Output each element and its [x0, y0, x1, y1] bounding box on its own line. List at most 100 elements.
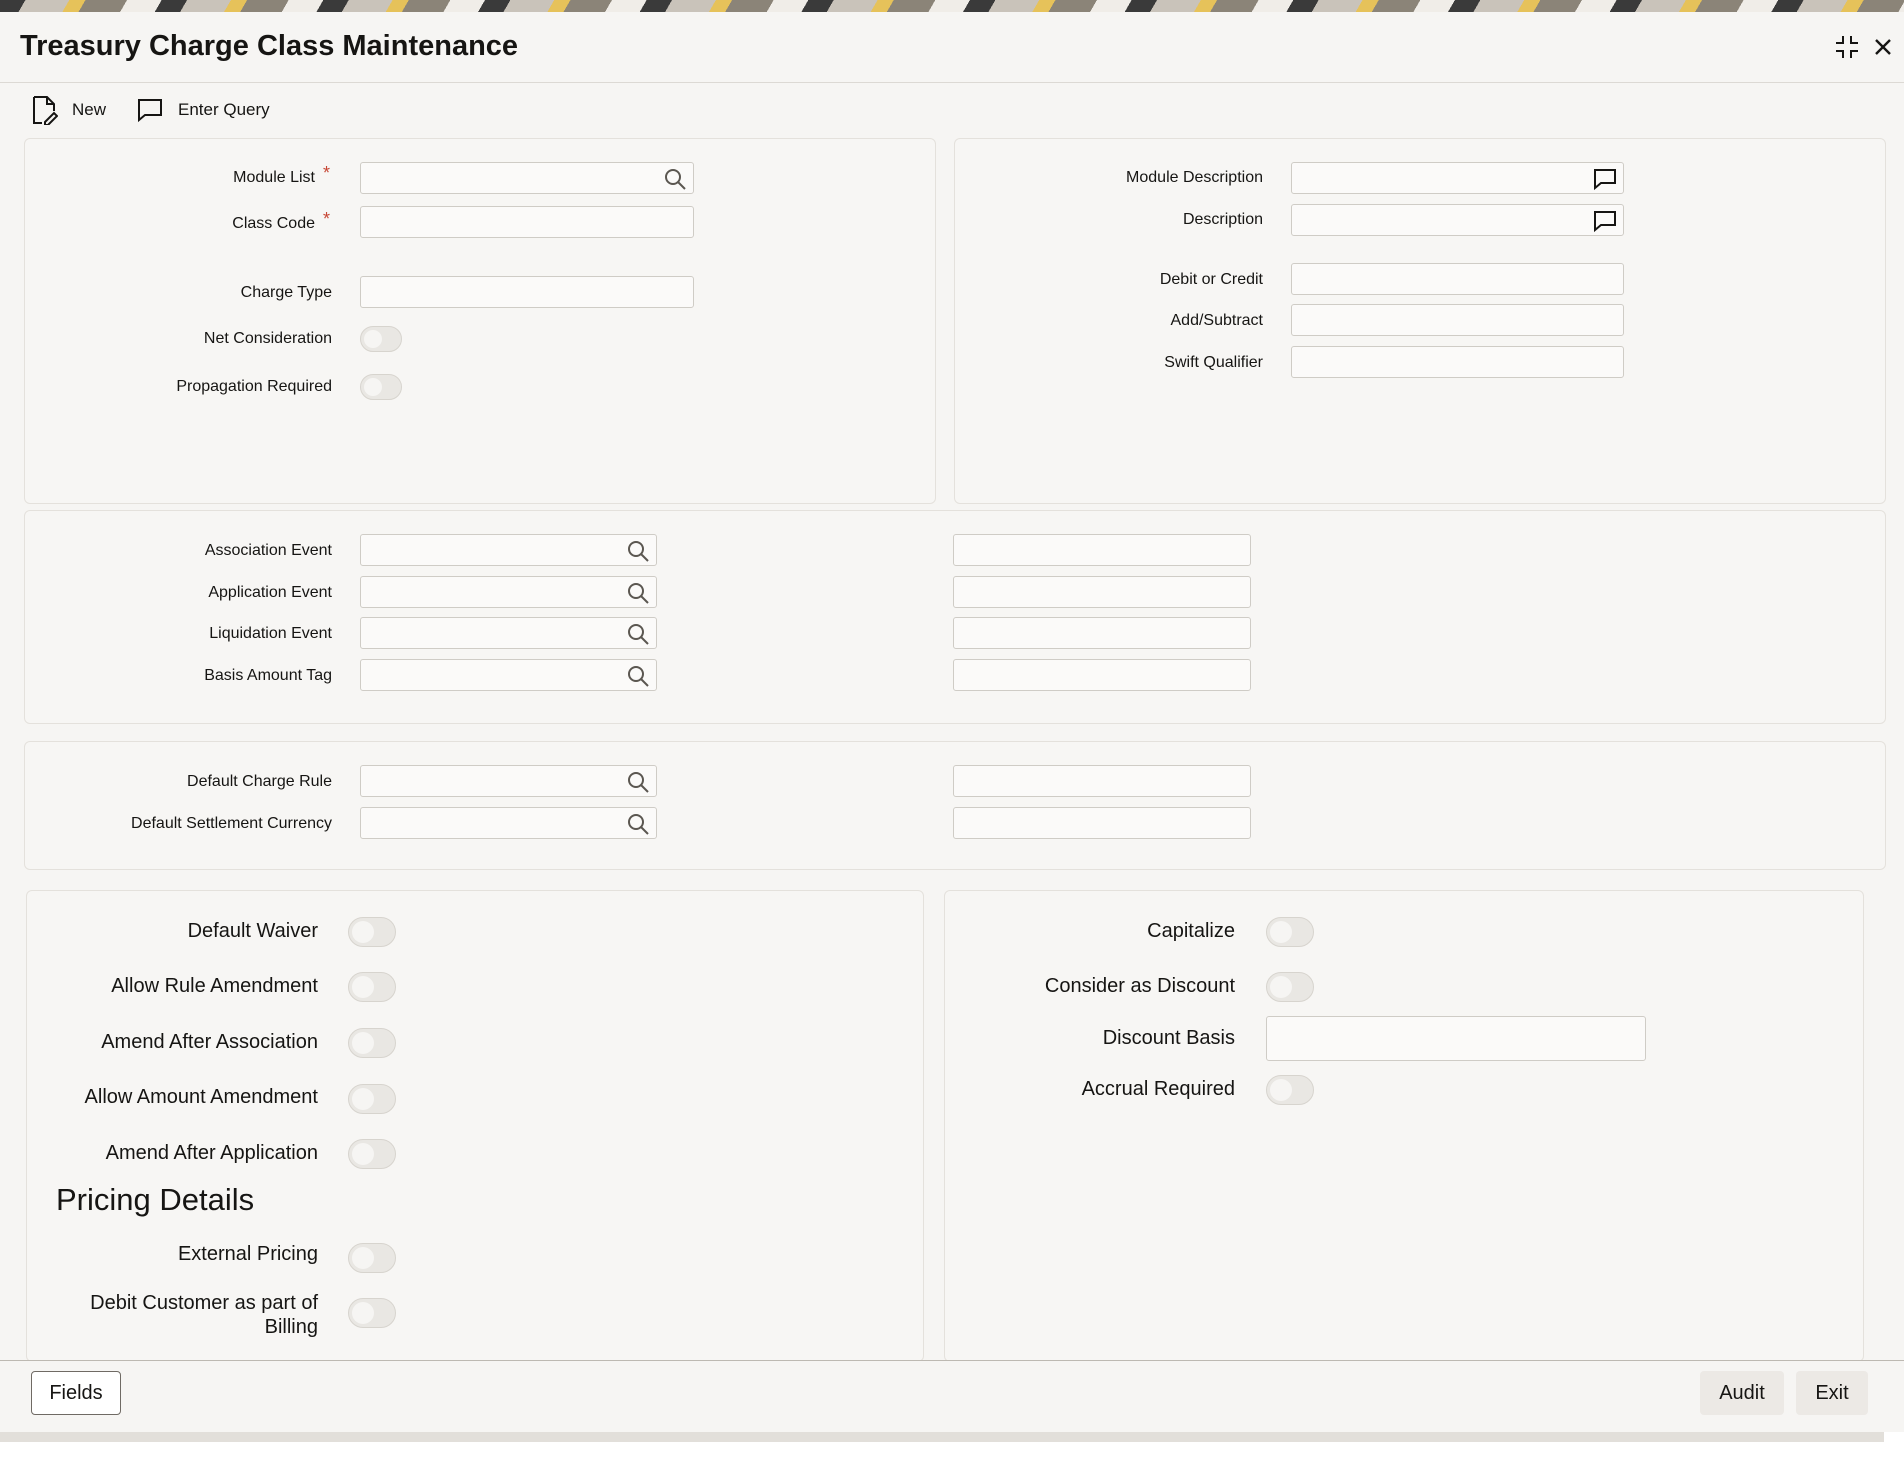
- basis-amount-tag-label: Basis Amount Tag: [204, 667, 332, 684]
- search-icon[interactable]: [626, 539, 650, 563]
- search-icon[interactable]: [626, 581, 650, 605]
- consider-as-discount-toggle[interactable]: [1266, 972, 1314, 1002]
- chat-bubble-icon: [138, 99, 162, 123]
- description-input[interactable]: [1292, 205, 1623, 235]
- basis-amount-tag-input[interactable]: [361, 660, 656, 690]
- amend-after-application-label: Amend After Application: [105, 1142, 318, 1164]
- amend-after-application-toggle[interactable]: [348, 1139, 396, 1169]
- app-window: Treasury Charge Class Maintenance New En…: [0, 0, 1904, 1432]
- liquidation-event-description-input[interactable]: [954, 618, 1250, 648]
- basis-amount-tag-description-field[interactable]: [953, 659, 1251, 691]
- swift-qualifier-field[interactable]: [1291, 346, 1624, 378]
- debit-customer-billing-label-line2: Billing: [264, 1316, 318, 1338]
- liquidation-event-input[interactable]: [361, 618, 656, 648]
- add-subtract-input[interactable]: [1292, 305, 1623, 335]
- liquidation-event-description-field[interactable]: [953, 617, 1251, 649]
- enter-query-label: Enter Query: [178, 100, 270, 119]
- association-event-description-field[interactable]: [953, 534, 1251, 566]
- swift-qualifier-input[interactable]: [1292, 347, 1623, 377]
- class-code-field[interactable]: [360, 206, 694, 238]
- add-subtract-field[interactable]: [1291, 304, 1624, 336]
- title-bar: Treasury Charge Class Maintenance: [0, 12, 1904, 83]
- module-description-field[interactable]: [1291, 162, 1624, 194]
- debit-customer-billing-toggle[interactable]: [348, 1298, 396, 1328]
- default-settlement-currency-input[interactable]: [361, 808, 656, 838]
- bottom-scroll-strip: [0, 1432, 1884, 1442]
- external-pricing-toggle[interactable]: [348, 1243, 396, 1273]
- amend-after-association-toggle[interactable]: [348, 1028, 396, 1058]
- toolbar: New Enter Query: [0, 84, 1904, 136]
- default-charge-rule-input[interactable]: [361, 766, 656, 796]
- allow-rule-amendment-label: Allow Rule Amendment: [111, 975, 318, 997]
- debit-or-credit-label: Debit or Credit: [1159, 271, 1263, 288]
- default-settlement-currency-description-input[interactable]: [954, 808, 1250, 838]
- basis-amount-tag-description-input[interactable]: [954, 660, 1250, 690]
- audit-button[interactable]: Audit: [1700, 1371, 1784, 1415]
- discount-basis-input[interactable]: [1267, 1017, 1645, 1060]
- class-code-input[interactable]: [361, 207, 693, 237]
- propagation-required-toggle[interactable]: [360, 374, 402, 400]
- chat-bubble-icon[interactable]: [1593, 167, 1617, 191]
- enter-query-button[interactable]: Enter Query: [136, 92, 270, 128]
- association-event-description-input[interactable]: [954, 535, 1250, 565]
- charge-type-field[interactable]: [360, 276, 694, 308]
- chat-bubble-icon[interactable]: [1593, 209, 1617, 233]
- liquidation-event-field[interactable]: [360, 617, 657, 649]
- page-title: Treasury Charge Class Maintenance: [20, 30, 519, 62]
- association-event-input[interactable]: [361, 535, 656, 565]
- search-icon[interactable]: [626, 664, 650, 688]
- application-event-description-input[interactable]: [954, 577, 1250, 607]
- discount-basis-field[interactable]: [1266, 1016, 1646, 1061]
- module-list-field[interactable]: [360, 162, 694, 194]
- fields-button[interactable]: Fields: [31, 1371, 121, 1415]
- decorative-banner: [0, 0, 1904, 12]
- debit-or-credit-field[interactable]: [1291, 263, 1624, 295]
- default-waiver-toggle[interactable]: [348, 917, 396, 947]
- new-document-icon: [33, 96, 58, 125]
- default-charge-rule-description-input[interactable]: [954, 766, 1250, 796]
- discount-basis-label: Discount Basis: [1102, 1027, 1235, 1049]
- amend-after-association-label: Amend After Association: [101, 1031, 318, 1053]
- new-button[interactable]: New: [30, 92, 106, 128]
- consider-as-discount-label: Consider as Discount: [1044, 975, 1235, 997]
- default-settlement-currency-description-field[interactable]: [953, 807, 1251, 839]
- exit-button[interactable]: Exit: [1796, 1371, 1868, 1415]
- pricing-details-heading: Pricing Details: [56, 1182, 255, 1217]
- propagation-required-label: Propagation Required: [176, 378, 332, 395]
- default-charge-rule-field[interactable]: [360, 765, 657, 797]
- application-event-description-field[interactable]: [953, 576, 1251, 608]
- net-consideration-toggle[interactable]: [360, 326, 402, 352]
- collapse-icon[interactable]: [1832, 32, 1862, 62]
- debit-customer-billing-label-line1: Debit Customer as part of: [90, 1292, 318, 1314]
- application-event-input[interactable]: [361, 577, 656, 607]
- net-consideration-label: Net Consideration: [203, 330, 332, 347]
- search-icon[interactable]: [626, 622, 650, 646]
- description-field[interactable]: [1291, 204, 1624, 236]
- accrual-required-toggle[interactable]: [1266, 1075, 1314, 1105]
- search-icon[interactable]: [626, 812, 650, 836]
- debit-or-credit-input[interactable]: [1292, 264, 1623, 294]
- options-right-panel: [944, 890, 1864, 1362]
- capitalize-toggle[interactable]: [1266, 917, 1314, 947]
- default-charge-rule-description-field[interactable]: [953, 765, 1251, 797]
- allow-rule-amendment-toggle[interactable]: [348, 972, 396, 1002]
- charge-type-input[interactable]: [361, 277, 693, 307]
- default-settlement-currency-label: Default Settlement Currency: [131, 815, 332, 832]
- module-description-input[interactable]: [1292, 163, 1623, 193]
- required-mark: *: [323, 163, 331, 183]
- search-icon[interactable]: [663, 167, 687, 191]
- close-icon[interactable]: [1868, 32, 1898, 62]
- search-icon[interactable]: [626, 770, 650, 794]
- basis-amount-tag-field[interactable]: [360, 659, 657, 691]
- default-settlement-currency-field[interactable]: [360, 807, 657, 839]
- capitalize-label: Capitalize: [1147, 920, 1235, 942]
- module-list-input[interactable]: [361, 163, 693, 193]
- allow-amount-amendment-toggle[interactable]: [348, 1084, 396, 1114]
- add-subtract-label: Add/Subtract: [1170, 312, 1264, 329]
- association-event-field[interactable]: [360, 534, 657, 566]
- liquidation-event-label: Liquidation Event: [209, 625, 332, 642]
- footer-bar: Fields Audit Exit: [0, 1360, 1904, 1432]
- description-label: Description: [1182, 211, 1263, 228]
- required-mark: *: [323, 209, 331, 229]
- application-event-field[interactable]: [360, 576, 657, 608]
